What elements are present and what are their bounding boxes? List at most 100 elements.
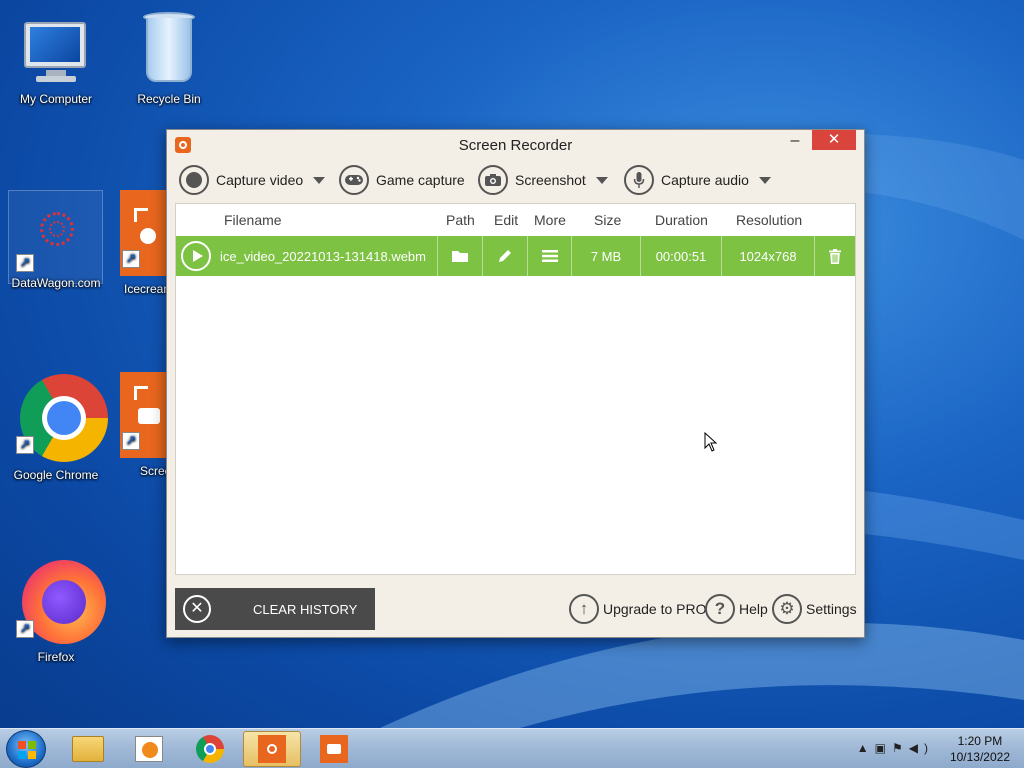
taskbar-media-player-button[interactable] bbox=[120, 731, 178, 767]
row-duration: 00:00:51 bbox=[655, 248, 707, 264]
chevron-down-icon[interactable] bbox=[595, 176, 608, 184]
show-hidden-icons-icon[interactable]: ▲ bbox=[857, 741, 875, 755]
question-icon: ? bbox=[705, 594, 735, 624]
edit-button[interactable] bbox=[483, 236, 527, 276]
record-icon bbox=[179, 165, 209, 195]
window-title: Screen Recorder bbox=[458, 137, 573, 154]
open-folder-button[interactable] bbox=[438, 236, 482, 276]
desktop-icon-label: Recycle Bin bbox=[137, 92, 201, 106]
arrow-up-icon: ↑ bbox=[569, 594, 599, 624]
desktop-icon-firefox[interactable]: ↗ Firefox bbox=[8, 558, 106, 664]
desktop-icon-screenshot-app[interactable]: ↗ Scree bbox=[106, 370, 166, 478]
taskbar: ▲▣⚑◀) 1:20 PM 10/13/2022 bbox=[0, 728, 1024, 768]
row-size: 7 MB bbox=[590, 248, 622, 264]
taskbar-screen-recorder-button[interactable] bbox=[243, 731, 301, 767]
desktop-icon-my-computer[interactable]: My Computer bbox=[8, 8, 104, 106]
chrome-icon bbox=[196, 735, 224, 763]
row-resolution: 1024x768 bbox=[739, 248, 797, 264]
gamepad-icon bbox=[339, 165, 369, 195]
windows-logo-icon bbox=[18, 741, 36, 759]
desktop-icon-label: My Computer bbox=[19, 92, 93, 106]
gear-icon: ⚙ bbox=[772, 594, 802, 624]
desktop-icon-label: DataWagon.com bbox=[11, 276, 101, 290]
desktop-icon-label: Scree bbox=[140, 464, 166, 478]
taskbar-screenshot-button[interactable] bbox=[305, 731, 363, 767]
column-header-resolution: Resolution bbox=[736, 212, 803, 228]
recordings-list: Filename Path Edit More Size Duration Re… bbox=[175, 203, 856, 575]
start-button[interactable] bbox=[6, 730, 46, 768]
clear-history-label: CLEAR HISTORY bbox=[253, 602, 358, 617]
title-bar[interactable]: Screen Recorder – ✕ bbox=[167, 130, 864, 160]
chevron-down-icon[interactable] bbox=[758, 176, 771, 184]
recycle-bin-icon bbox=[129, 8, 209, 88]
screenshot-button[interactable]: Screenshot bbox=[478, 163, 608, 197]
pencil-icon bbox=[499, 250, 511, 262]
shortcut-arrow-icon: ↗ bbox=[16, 254, 34, 272]
desktop-icon-label: Google Chrome bbox=[13, 468, 99, 482]
taskbar-explorer-button[interactable] bbox=[59, 731, 117, 767]
computer-icon bbox=[16, 8, 96, 88]
folder-icon bbox=[72, 736, 104, 762]
mouse-cursor-icon bbox=[704, 432, 718, 452]
clock[interactable]: 1:20 PM 10/13/2022 bbox=[950, 733, 1010, 765]
desktop-icon-google-chrome[interactable]: ↗ Google Chrome bbox=[8, 374, 108, 482]
column-header-more: More bbox=[534, 212, 566, 228]
column-header-filename: Filename bbox=[224, 212, 282, 228]
clear-history-button[interactable]: ✕ CLEAR HISTORY bbox=[175, 588, 375, 630]
microphone-icon bbox=[624, 165, 654, 195]
list-header: Filename Path Edit More Size Duration Re… bbox=[176, 204, 855, 236]
minimize-button[interactable]: – bbox=[784, 132, 806, 152]
column-header-duration: Duration bbox=[655, 212, 708, 228]
play-button[interactable] bbox=[180, 236, 212, 276]
chevron-down-icon[interactable] bbox=[313, 176, 326, 184]
icecream-recorder-icon: ↗ bbox=[106, 188, 166, 276]
table-row[interactable]: ice_video_20221013-131418.webm 7 MB 00:0… bbox=[176, 236, 855, 276]
settings-button[interactable]: ⚙ Settings bbox=[772, 593, 857, 625]
shortcut-arrow-icon: ↗ bbox=[16, 620, 34, 638]
screen-recorder-window: Screen Recorder – ✕ Capture video Game c… bbox=[166, 129, 865, 638]
desktop-icon-datawagon[interactable]: ↗ DataWagon.com bbox=[8, 192, 104, 290]
capture-video-button[interactable]: Capture video bbox=[179, 163, 326, 197]
column-header-size: Size bbox=[594, 212, 622, 228]
column-header-edit: Edit bbox=[494, 212, 519, 228]
delete-button[interactable] bbox=[815, 236, 855, 276]
trash-icon bbox=[829, 248, 841, 264]
screenshot-app-icon: ↗ bbox=[106, 370, 166, 458]
upgrade-label: Upgrade to PRO bbox=[603, 601, 707, 617]
game-capture-label: Game capture bbox=[376, 172, 465, 188]
play-icon bbox=[181, 241, 211, 271]
volume-icon[interactable]: ◀) bbox=[909, 741, 934, 755]
game-capture-button[interactable]: Game capture bbox=[339, 163, 465, 197]
shortcut-arrow-icon: ↗ bbox=[16, 436, 34, 454]
help-label: Help bbox=[739, 601, 768, 617]
clock-time: 1:20 PM bbox=[957, 734, 1003, 748]
system-tray-icons[interactable]: ▲▣⚑◀) bbox=[857, 741, 934, 755]
media-player-icon bbox=[135, 736, 163, 762]
capture-video-label: Capture video bbox=[216, 172, 304, 188]
capture-audio-button[interactable]: Capture audio bbox=[624, 163, 771, 197]
desktop-icon-label: Firefox bbox=[37, 650, 75, 664]
desktop-icon-icecream-recorder[interactable]: ↗ Icecream Rec bbox=[106, 188, 166, 296]
screenshot-label: Screenshot bbox=[515, 172, 586, 188]
toolbar: Capture video Game capture Screenshot Ca… bbox=[179, 163, 859, 197]
shortcut-arrow-icon: ↗ bbox=[122, 250, 140, 268]
action-center-icon[interactable]: ⚑ bbox=[892, 741, 909, 755]
close-circle-icon: ✕ bbox=[183, 595, 211, 623]
screen-recorder-icon bbox=[258, 735, 286, 763]
taskbar-chrome-button[interactable] bbox=[181, 731, 239, 767]
chrome-icon: ↗ bbox=[16, 374, 108, 462]
shortcut-arrow-icon: ↗ bbox=[122, 432, 140, 450]
desktop-icon-label: Icecream Rec bbox=[124, 282, 166, 296]
settings-label: Settings bbox=[806, 601, 857, 617]
datawagon-icon: ↗ bbox=[16, 192, 96, 272]
network-icon[interactable]: ▣ bbox=[875, 741, 892, 755]
row-filename: ice_video_20221013-131418.webm bbox=[220, 248, 426, 264]
camera-icon bbox=[478, 165, 508, 195]
close-button[interactable]: ✕ bbox=[812, 130, 856, 150]
help-button[interactable]: ? Help bbox=[705, 593, 768, 625]
more-button[interactable] bbox=[528, 236, 572, 276]
upgrade-to-pro-button[interactable]: ↑ Upgrade to PRO bbox=[569, 593, 707, 625]
column-header-path: Path bbox=[446, 212, 475, 228]
desktop-icon-recycle-bin[interactable]: Recycle Bin bbox=[121, 8, 217, 106]
firefox-icon: ↗ bbox=[16, 558, 106, 644]
